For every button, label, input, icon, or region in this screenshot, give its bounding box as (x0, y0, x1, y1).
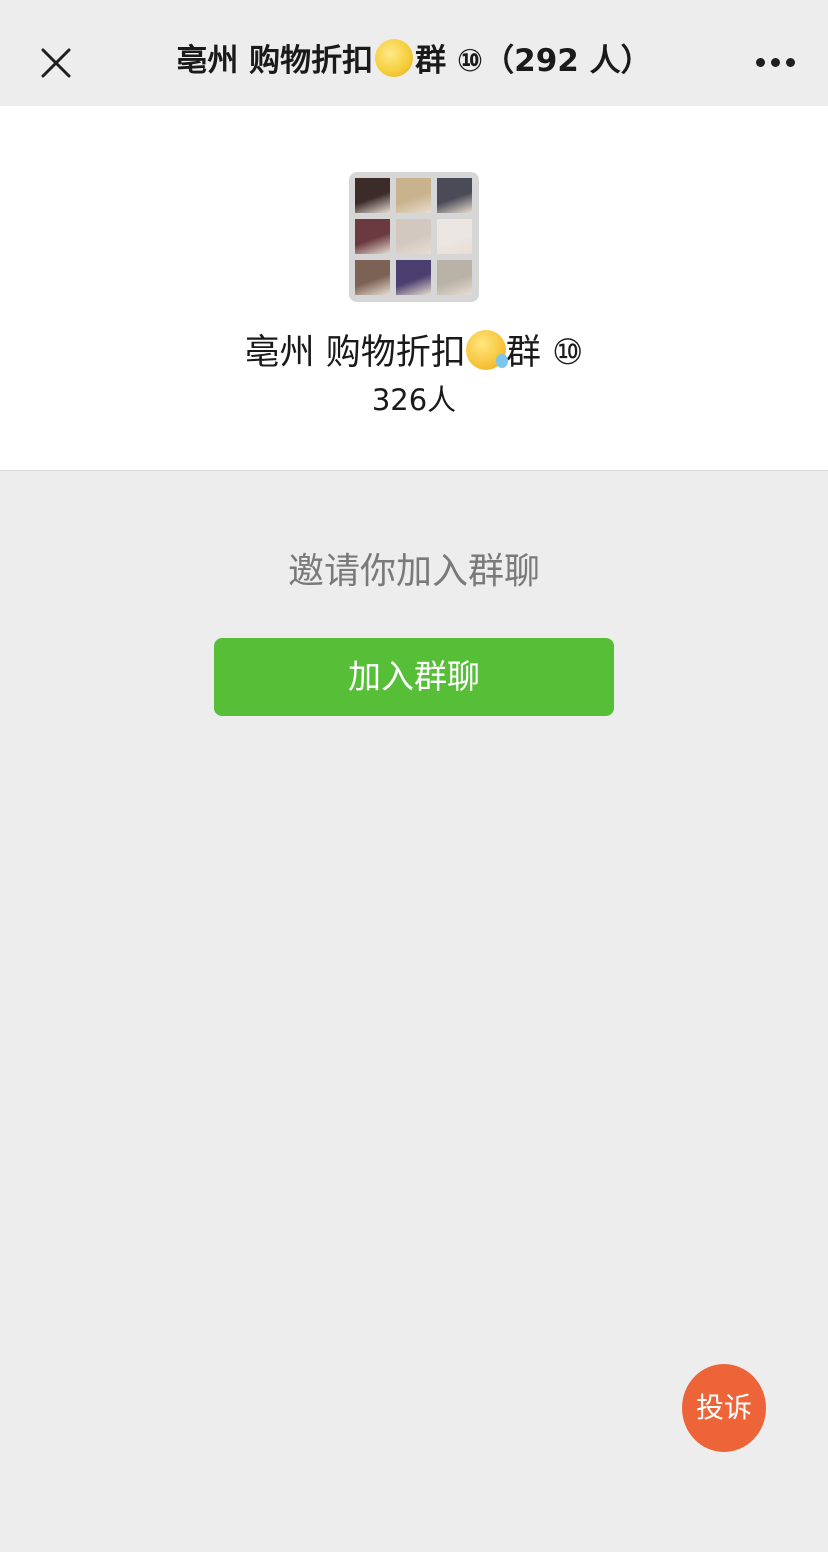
member-avatar (355, 219, 390, 254)
group-avatar (349, 172, 479, 302)
member-avatar (355, 260, 390, 295)
member-count: 326人 (371, 383, 457, 417)
complain-button[interactable]: 投诉 (682, 1364, 766, 1452)
member-avatar (437, 260, 472, 295)
member-avatar (437, 219, 472, 254)
member-avatar (396, 178, 431, 213)
title-prefix: 亳州 购物折扣 (176, 43, 374, 79)
close-icon (41, 48, 71, 78)
page-title: 亳州 购物折扣 群 ⑩（292 人） (120, 38, 708, 84)
sleepy-face-emoji-icon (465, 330, 508, 370)
more-dots-icon (771, 58, 780, 67)
join-group-button[interactable]: 加入群聊 (214, 638, 614, 716)
group-header-card: 亳州 购物折扣群 ⑩ 326人 (0, 106, 828, 471)
group-name: 亳州 购物折扣群 ⑩ (0, 330, 828, 375)
moon-emoji-icon (375, 39, 414, 77)
group-name-prefix: 亳州 购物折扣 (244, 333, 466, 373)
more-dots-icon (756, 58, 765, 67)
member-avatar (437, 178, 472, 213)
invite-message: 邀请你加入群聊 (287, 551, 540, 592)
member-avatar (355, 178, 390, 213)
close-button[interactable] (24, 30, 88, 94)
more-button[interactable] (748, 36, 804, 88)
member-avatar (396, 219, 431, 254)
navigation-bar: 亳州 购物折扣 群 ⑩（292 人） (0, 0, 828, 106)
title-suffix: 群 ⑩（292 人） (415, 43, 652, 79)
more-dots-icon (786, 58, 795, 67)
member-avatar (396, 260, 431, 295)
group-name-suffix: 群 ⑩ (505, 333, 584, 373)
